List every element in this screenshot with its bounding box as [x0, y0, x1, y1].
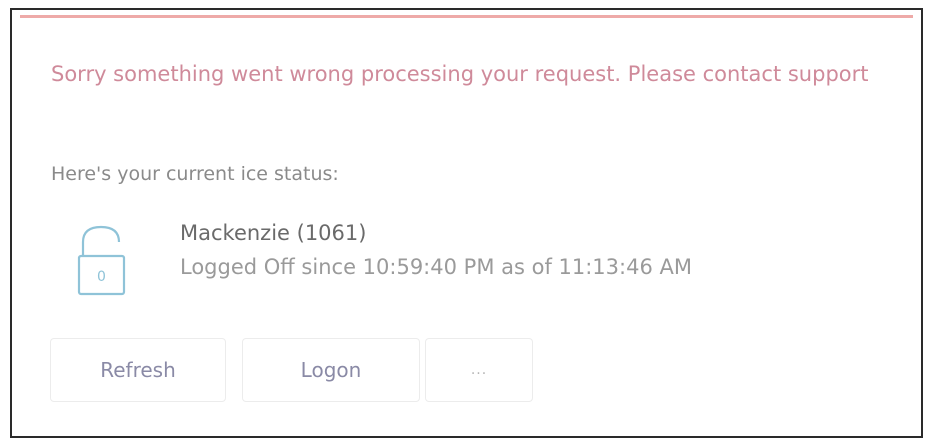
user-name: Mackenzie (1061) [180, 221, 367, 245]
lock-label: 0 [97, 269, 106, 285]
padlock-unlocked-icon: 0 [66, 222, 136, 298]
error-message: Sorry something went wrong processing yo… [51, 62, 869, 86]
status-intro-text: Here's your current ice status: [51, 163, 339, 185]
more-options-button[interactable]: ... [425, 338, 533, 402]
refresh-button[interactable]: Refresh [50, 338, 226, 402]
error-accent-bar [20, 15, 913, 18]
status-line: Logged Off since 10:59:40 PM as of 11:13… [180, 255, 692, 279]
logon-button[interactable]: Logon [242, 338, 420, 402]
